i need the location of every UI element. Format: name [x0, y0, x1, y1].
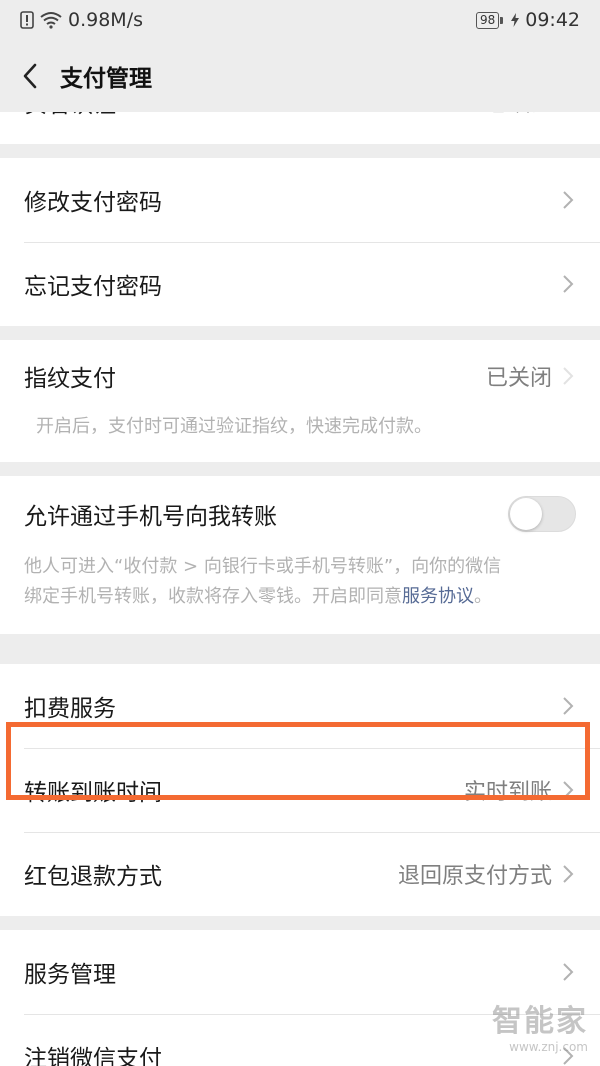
desc-period: 。	[474, 586, 492, 607]
group-phone-transfer: 允许通过手机号向我转账 他人可进入“收付款 > 向银行卡或手机号转账”，向你的微…	[0, 476, 600, 634]
row-transfer-time[interactable]: 转账到账时间 实时到账	[0, 748, 600, 832]
service-manage-label: 服务管理	[24, 962, 116, 988]
row-fingerprint[interactable]: 指纹支付 已关闭	[0, 340, 600, 412]
phone-transfer-desc-text: 绑定手机号转账，收款将存入零钱。开启即同意	[24, 586, 402, 607]
fingerprint-desc: 开启后，支付时可通过验证指纹，快速完成付款。	[36, 416, 432, 437]
hongbao-refund-label: 红包退款方式	[24, 864, 162, 890]
sim-alert-icon	[20, 11, 34, 29]
fingerprint-value: 已关闭	[485, 366, 552, 391]
wifi-icon	[40, 12, 62, 29]
chevron-right-icon	[562, 273, 576, 295]
fingerprint-label: 指纹支付	[24, 366, 116, 392]
group-password: 修改支付密码 忘记支付密码	[0, 158, 600, 326]
chevron-right-icon	[562, 695, 576, 717]
transfer-time-value: 实时到账	[463, 780, 552, 805]
page-title: 支付管理	[60, 66, 152, 92]
row-hongbao-refund[interactable]: 红包退款方式 退回原支付方式	[0, 832, 600, 916]
clock: 09:42	[525, 9, 580, 31]
back-button[interactable]	[0, 40, 60, 112]
chevron-right-icon	[562, 365, 576, 387]
watermark: 智能家 www.znj.com	[492, 996, 588, 1054]
battery-icon: 98	[475, 11, 504, 29]
phone-transfer-toggle[interactable]	[508, 496, 576, 532]
row-phone-transfer: 允许通过手机号向我转账	[0, 476, 600, 552]
deduction-label: 扣费服务	[24, 696, 116, 722]
row-modify-password[interactable]: 修改支付密码	[0, 158, 600, 242]
network-speed: 0.98M/s	[68, 9, 143, 31]
chevron-right-icon	[562, 189, 576, 211]
phone-transfer-label: 允许通过手机号向我转账	[24, 504, 277, 530]
chevron-right-icon	[562, 961, 576, 983]
group-fingerprint: 指纹支付 已关闭 开启后，支付时可通过验证指纹，快速完成付款。	[0, 340, 600, 462]
nav-bar: 支付管理	[0, 40, 600, 112]
row-forget-password[interactable]: 忘记支付密码	[0, 242, 600, 326]
status-bar: 0.98M/s 98 09:42	[0, 0, 600, 40]
status-right: 98 09:42	[475, 9, 580, 31]
transfer-time-label: 转账到账时间	[24, 780, 162, 806]
chevron-right-icon	[562, 863, 576, 885]
cancel-pay-label: 注销微信支付	[24, 1046, 162, 1066]
service-agreement-link[interactable]: 服务协议	[402, 586, 474, 607]
settings-list: 实名认证 已认证 修改支付密码 忘记支付密码 指纹支付 已关闭 开启后，支付时可…	[0, 60, 600, 1066]
row-deduction[interactable]: 扣费服务	[0, 664, 600, 748]
charging-icon	[511, 13, 520, 27]
phone-transfer-desc-line2: 绑定手机号转账，收款将存入零钱。开启即同意服务协议。	[24, 582, 576, 612]
back-arrow-icon	[23, 63, 37, 89]
chevron-right-icon	[562, 779, 576, 801]
status-left: 0.98M/s	[20, 9, 143, 31]
battery-level: 98	[479, 13, 496, 27]
modify-password-label: 修改支付密码	[24, 190, 162, 216]
phone-transfer-desc-line1: 他人可进入“收付款 > 向银行卡或手机号转账”，向你的微信	[24, 556, 502, 577]
watermark-url: www.znj.com	[509, 1040, 588, 1054]
forget-password-label: 忘记支付密码	[24, 274, 162, 300]
watermark-brand: 智能家	[492, 1004, 588, 1039]
group-services: 扣费服务 转账到账时间 实时到账 红包退款方式 退回原支付方式	[0, 664, 600, 916]
phone-transfer-desc: 他人可进入“收付款 > 向银行卡或手机号转账”，向你的微信 绑定手机号转账，收款…	[0, 552, 600, 634]
toggle-knob	[510, 498, 542, 530]
hongbao-refund-value: 退回原支付方式	[397, 864, 552, 889]
